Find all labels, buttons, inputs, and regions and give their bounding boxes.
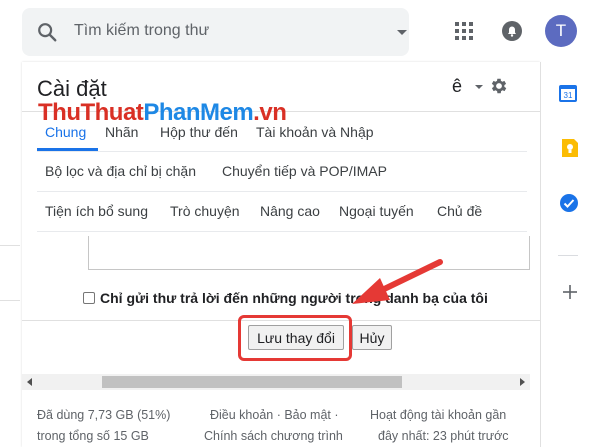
tab-addons[interactable]: Tiện ích bổ sung (45, 203, 148, 219)
search-bar[interactable]: Tìm kiếm trong thư (22, 8, 409, 56)
tabs-row-divider (37, 151, 527, 152)
contacts-only-checkbox[interactable] (83, 292, 95, 304)
tabs-row-divider (37, 191, 527, 192)
plus-icon[interactable] (562, 284, 578, 300)
svg-text:31: 31 (564, 91, 573, 100)
tab-forwarding-pop-imap[interactable]: Chuyển tiếp và POP/IMAP (222, 163, 387, 179)
horizontal-scrollbar[interactable] (22, 374, 530, 390)
left-edge-divider (0, 300, 20, 301)
tab-advanced[interactable]: Nâng cao (260, 203, 320, 219)
input-tools-button[interactable]: ê (452, 76, 462, 97)
avatar[interactable]: T (545, 15, 577, 47)
save-button[interactable]: Lưu thay đổi (248, 325, 344, 350)
storage-usage-text: Đã dùng 7,73 GB (51%) (37, 408, 171, 422)
tabs-row-divider (37, 231, 527, 232)
gear-icon[interactable] (489, 76, 509, 96)
tab-offline[interactable]: Ngoại tuyến (339, 203, 414, 219)
apps-grid-icon[interactable] (455, 22, 473, 40)
tab-filters-blocked[interactable]: Bộ lọc và địa chỉ bị chặn (45, 163, 196, 179)
side-panel-divider (558, 255, 578, 256)
input-tools-caret-icon[interactable] (475, 85, 483, 89)
program-policies-link[interactable]: Chính sách chương trình (204, 429, 343, 443)
left-edge-divider (0, 245, 20, 246)
scroll-left-icon[interactable] (27, 378, 32, 386)
cancel-button[interactable]: Hủy (352, 325, 392, 350)
terms-privacy-link[interactable]: Điều khoản · Bảo mật · (210, 408, 339, 422)
search-options-caret-icon[interactable] (397, 30, 407, 35)
account-activity-time: đây nhất: 23 phút trước (378, 429, 509, 443)
account-activity-text: Hoạt động tài khoản gần (370, 408, 507, 422)
tab-chat[interactable]: Trò chuyện (170, 203, 240, 219)
scroll-right-icon[interactable] (520, 378, 525, 386)
tab-themes[interactable]: Chủ đề (437, 203, 482, 219)
signature-editor[interactable] (88, 236, 530, 270)
scrollbar-thumb[interactable] (102, 376, 402, 388)
top-bar: Tìm kiếm trong thư T (0, 0, 596, 62)
calendar-icon[interactable]: 31 (558, 83, 578, 103)
watermark-logo: ThuThuatPhanMem.vn (38, 99, 287, 126)
tasks-icon[interactable] (559, 193, 579, 213)
notifications-icon[interactable] (501, 20, 523, 42)
storage-total-text: trong tổng số 15 GB (37, 429, 149, 443)
keep-icon[interactable] (560, 138, 580, 158)
search-icon[interactable] (36, 21, 58, 43)
search-input[interactable]: Tìm kiếm trong thư (74, 22, 209, 40)
contacts-only-label: Chỉ gửi thư trả lời đến những người tron… (100, 290, 488, 306)
